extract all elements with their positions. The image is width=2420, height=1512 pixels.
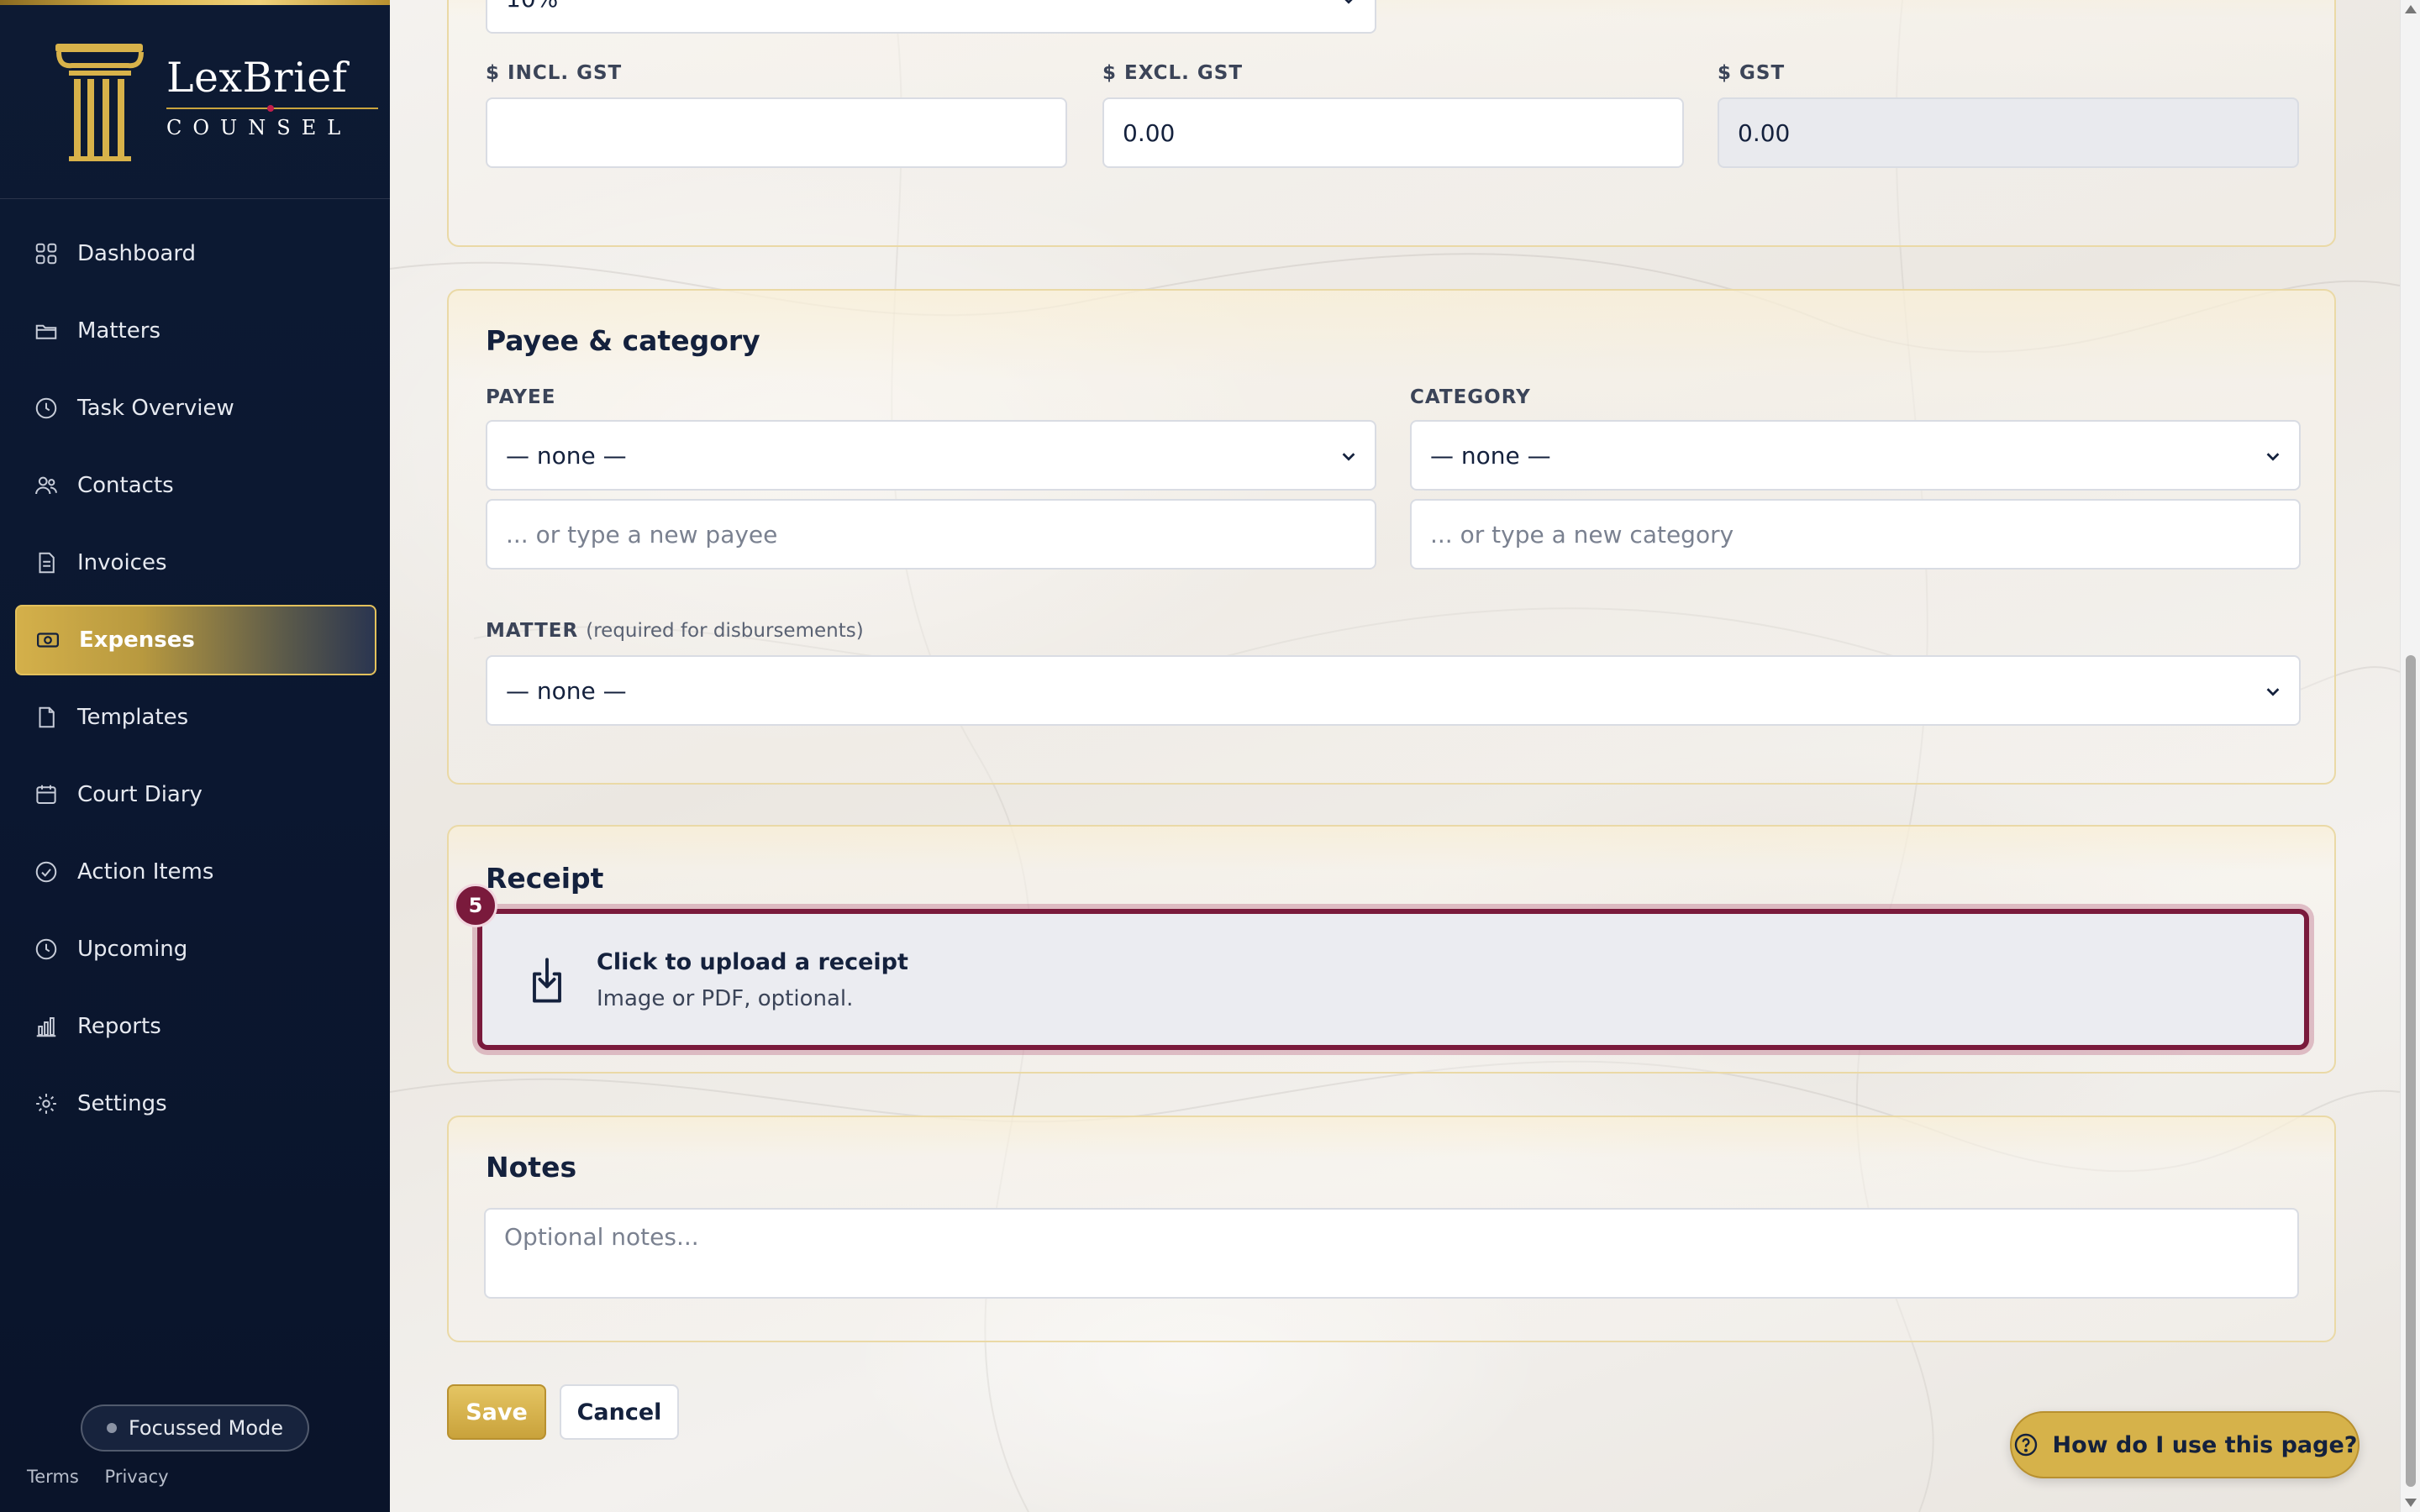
sidebar-item-label: Action Items <box>77 859 214 885</box>
chevron-down-icon <box>1342 453 1355 461</box>
payee-label: PAYEE <box>486 386 556 408</box>
sidebar-item-label: Task Overview <box>77 396 234 421</box>
matter-select-value: — none — <box>506 676 627 705</box>
sidebar-item-reports[interactable]: Reports <box>15 991 376 1062</box>
folder-icon <box>35 324 57 339</box>
status-dot <box>106 1423 117 1433</box>
money-icon <box>37 633 59 648</box>
sidebar-item-invoices[interactable]: Invoices <box>15 528 376 598</box>
sidebar-item-label: Matters <box>77 318 160 344</box>
matter-select[interactable]: — none — <box>486 655 2301 726</box>
sidebar-item-label: Templates <box>77 705 189 730</box>
category-label: CATEGORY <box>1410 386 1531 408</box>
gst-output: 0.00 <box>1718 97 2299 168</box>
sidebar-top-accent <box>0 0 390 5</box>
section-title: Receipt <box>486 862 604 895</box>
incl-gst-input[interactable] <box>486 97 1067 168</box>
bar-chart-icon <box>36 1017 56 1037</box>
sidebar-item-upcoming[interactable]: Upcoming <box>15 914 376 984</box>
scroll-up-arrow-icon[interactable] <box>2405 5 2417 13</box>
brand-subtitle: COUNSEL <box>166 116 352 139</box>
users-icon <box>35 476 57 495</box>
check-circle-icon <box>35 861 57 883</box>
logo[interactable]: LexBrief COUNSEL <box>54 39 378 165</box>
sidebar-item-templates[interactable]: Templates <box>15 682 376 753</box>
section-title: Notes <box>486 1151 577 1184</box>
dashboard-icon <box>35 243 57 265</box>
upload-hint: Image or PDF, optional. <box>597 986 854 1011</box>
terms-link[interactable]: Terms <box>27 1467 79 1487</box>
scroll-down-arrow-icon[interactable] <box>2405 1499 2417 1507</box>
sidebar-item-label: Reports <box>77 1014 161 1039</box>
focussed-mode-label: Focussed Mode <box>128 1416 284 1440</box>
help-button[interactable]: How do I use this page? <box>2010 1411 2360 1478</box>
matter-hint: (required for disbursements) <box>586 620 864 642</box>
clock-icon <box>35 397 57 419</box>
scrollbar-thumb[interactable] <box>2406 655 2416 1487</box>
sidebar: LexBrief COUNSEL Dashboard Matters Task … <box>0 0 390 1512</box>
file-icon <box>39 706 55 728</box>
category-select[interactable]: — none — <box>1410 420 2301 491</box>
sidebar-item-action-items[interactable]: Action Items <box>15 837 376 907</box>
amounts-card: 10% $ INCL. GST $ EXCL. GST 0.00 $ GST 0… <box>447 0 2336 247</box>
sidebar-item-label: Upcoming <box>77 937 188 962</box>
notes-textarea[interactable]: Optional notes... <box>484 1208 2299 1299</box>
brand-dot <box>267 105 274 112</box>
gst-rate-select[interactable]: 10% <box>486 0 1376 34</box>
payee-select-value: — none — <box>506 441 627 470</box>
sidebar-item-expenses[interactable]: Expenses <box>15 605 376 675</box>
sidebar-item-label: Expenses <box>79 627 195 653</box>
sidebar-item-task-overview[interactable]: Task Overview <box>15 373 376 444</box>
save-button[interactable]: Save <box>447 1384 546 1440</box>
new-payee-input[interactable]: ... or type a new payee <box>486 499 1376 570</box>
sidebar-item-matters[interactable]: Matters <box>15 296 376 366</box>
receipt-upload-dropzone[interactable]: Click to upload a receipt Image or PDF, … <box>477 909 2309 1050</box>
payee-select[interactable]: — none — <box>486 420 1376 491</box>
sidebar-item-label: Court Diary <box>77 782 203 807</box>
step-badge: 5 <box>454 884 497 927</box>
focussed-mode-toggle[interactable]: Focussed Mode <box>81 1404 309 1452</box>
sidebar-item-label: Dashboard <box>77 241 197 266</box>
legal-links: Terms Privacy <box>27 1467 189 1487</box>
gst-rate-value: 10% <box>506 0 558 13</box>
excl-gst-input[interactable]: 0.00 <box>1102 97 1684 168</box>
incl-gst-label: $ INCL. GST <box>486 62 623 84</box>
pillar-logo-icon <box>55 44 144 161</box>
gst-label: $ GST <box>1718 62 1786 84</box>
sidebar-item-court-diary[interactable]: Court Diary <box>15 759 376 830</box>
sidebar-item-contacts[interactable]: Contacts <box>15 450 376 521</box>
clock-icon <box>35 938 57 960</box>
matter-label-group: MATTER (required for disbursements) <box>486 620 864 642</box>
matter-label: MATTER <box>486 620 579 642</box>
calendar-icon <box>36 785 56 804</box>
download-tray-icon <box>533 958 561 1003</box>
sidebar-item-settings[interactable]: Settings <box>15 1068 376 1139</box>
brand-name: LexBrief <box>166 54 348 102</box>
invoice-icon <box>39 552 55 574</box>
sidebar-item-dashboard[interactable]: Dashboard <box>15 218 376 289</box>
sidebar-nav: Dashboard Matters Task Overview Contacts… <box>15 218 376 1146</box>
new-category-input[interactable]: ... or type a new category <box>1410 499 2301 570</box>
help-button-label: How do I use this page? <box>2052 1431 2358 1458</box>
chevron-down-icon <box>1344 0 1353 4</box>
payee-category-card: Payee & category PAYEE — none — ... or t… <box>447 289 2336 785</box>
sidebar-item-label: Invoices <box>77 550 167 575</box>
upload-title: Click to upload a receipt <box>597 949 908 975</box>
chevron-down-icon <box>2266 453 2280 461</box>
privacy-link[interactable]: Privacy <box>105 1467 169 1487</box>
page-scrollbar[interactable] <box>2400 0 2420 1512</box>
excl-gst-label: $ EXCL. GST <box>1102 62 1244 84</box>
gear-icon <box>36 1094 56 1114</box>
cancel-button[interactable]: Cancel <box>560 1384 679 1440</box>
question-circle-icon <box>2014 1433 2037 1457</box>
sidebar-item-label: Contacts <box>77 473 174 498</box>
chevron-down-icon <box>2266 688 2280 696</box>
sidebar-divider <box>0 198 390 199</box>
sidebar-item-label: Settings <box>77 1091 167 1116</box>
category-select-value: — none — <box>1430 441 1551 470</box>
section-title: Payee & category <box>486 324 760 357</box>
